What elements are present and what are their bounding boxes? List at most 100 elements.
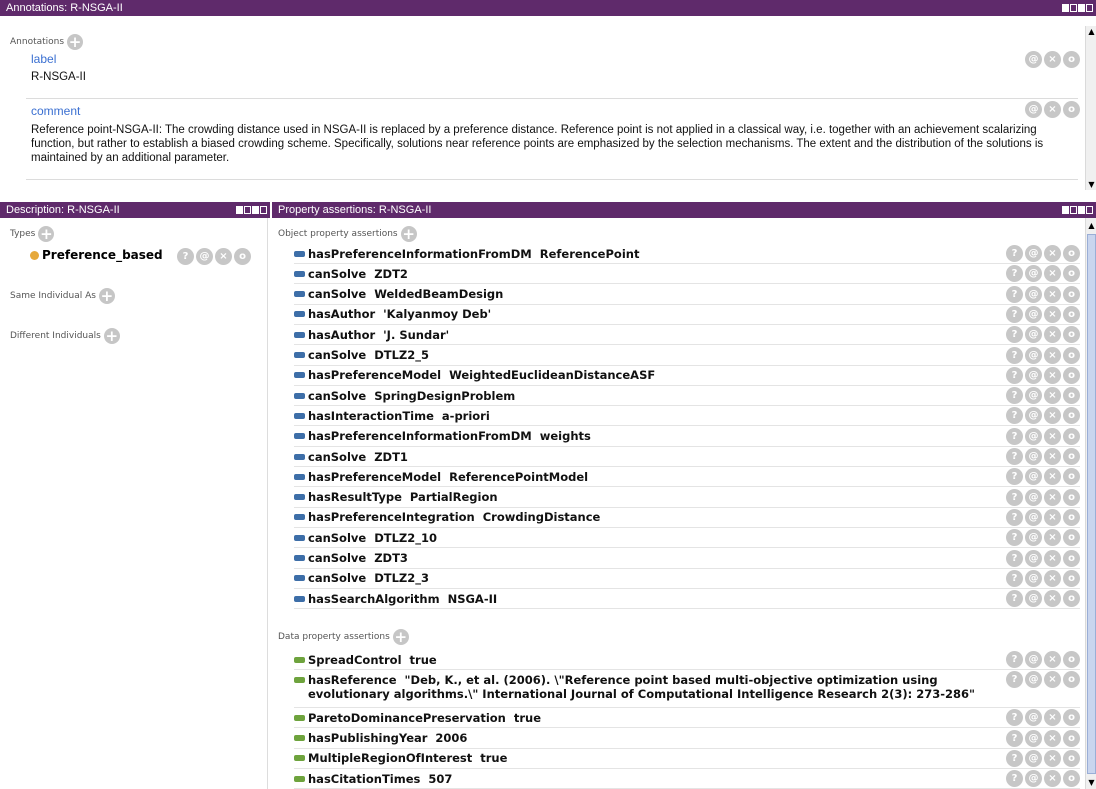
add-same-individual-icon[interactable]: +	[98, 288, 115, 304]
scroll-down-icon[interactable]: ▼	[1087, 778, 1096, 787]
explain-icon[interactable]: ?	[1006, 590, 1023, 608]
annotate-icon[interactable]: @	[1025, 590, 1042, 608]
explain-icon[interactable]: ?	[1006, 468, 1023, 486]
edit-icon[interactable]: o	[1063, 709, 1080, 727]
explain-icon[interactable]: ?	[1006, 651, 1023, 668]
delete-icon[interactable]: ×	[1044, 245, 1061, 262]
add-data-assertion-icon[interactable]: +	[392, 629, 409, 645]
explain-icon[interactable]: ?	[1006, 671, 1023, 689]
delete-icon[interactable]: ×	[1044, 305, 1061, 323]
explain-icon[interactable]: ?	[1006, 508, 1023, 526]
close-view-icon[interactable]	[1086, 206, 1093, 214]
annotate-icon[interactable]: @	[1025, 51, 1042, 68]
explain-icon[interactable]: ?	[1006, 529, 1023, 547]
annotate-icon[interactable]: @	[1025, 529, 1042, 547]
object-assertion-row[interactable]: canSolve DTLZ2_10? @ × o	[294, 528, 1080, 549]
type-entry[interactable]: Preference_based	[30, 248, 163, 262]
edit-icon[interactable]: o	[1063, 101, 1080, 118]
delete-icon[interactable]: ×	[1044, 749, 1061, 767]
edit-icon[interactable]: o	[1063, 749, 1080, 767]
explain-icon[interactable]: ?	[1006, 346, 1023, 364]
delete-icon[interactable]: ×	[1044, 346, 1061, 364]
object-assertion-row[interactable]: hasAuthor 'Kalyanmoy Deb'? @ × o	[294, 305, 1080, 325]
object-assertion-row[interactable]: canSolve DTLZ2_3? @ × o	[294, 569, 1080, 589]
view-control-icon[interactable]	[1078, 206, 1085, 214]
delete-icon[interactable]: ×	[1044, 427, 1061, 445]
delete-icon[interactable]: ×	[1044, 549, 1061, 567]
delete-icon[interactable]: ×	[1044, 770, 1061, 788]
annotate-icon[interactable]: @	[1025, 770, 1042, 788]
explain-icon[interactable]: ?	[1006, 245, 1023, 262]
object-assertion-row[interactable]: hasInteractionTime a-priori? @ × o	[294, 406, 1080, 427]
delete-icon[interactable]: ×	[1044, 529, 1061, 547]
annotate-icon[interactable]: @	[1025, 387, 1042, 405]
edit-icon[interactable]: o	[1063, 326, 1080, 344]
explain-icon[interactable]: ?	[1006, 407, 1023, 425]
add-annotation-icon[interactable]: +	[67, 34, 84, 50]
add-type-icon[interactable]: +	[38, 226, 55, 242]
delete-icon[interactable]: ×	[1044, 651, 1061, 668]
delete-icon[interactable]: ×	[1044, 265, 1061, 283]
annotate-icon[interactable]: @	[196, 248, 213, 265]
delete-icon[interactable]: ×	[1044, 508, 1061, 526]
delete-icon[interactable]: ×	[1044, 488, 1061, 506]
data-assertion-row[interactable]: hasPublishingYear 2006? @ × o	[294, 729, 1080, 749]
annotate-icon[interactable]: @	[1025, 749, 1042, 767]
annotate-icon[interactable]: @	[1025, 448, 1042, 465]
annotate-icon[interactable]: @	[1025, 346, 1042, 364]
delete-icon[interactable]: ×	[1044, 326, 1061, 344]
object-assertion-row[interactable]: canSolve WeldedBeamDesign? @ × o	[294, 285, 1080, 305]
edit-icon[interactable]: o	[1063, 448, 1080, 465]
edit-icon[interactable]: o	[1063, 366, 1080, 384]
object-assertion-row[interactable]: canSolve DTLZ2_5? @ × o	[294, 346, 1080, 366]
property-assertions-scrollbar[interactable]: ▲ ▼	[1085, 218, 1096, 789]
data-assertion-row[interactable]: hasReference "Deb, K., et al. (2006). \"…	[294, 670, 1080, 709]
object-assertion-row[interactable]: hasPreferenceInformationFromDM weights? @…	[294, 427, 1080, 447]
edit-icon[interactable]: o	[1063, 468, 1080, 486]
delete-icon[interactable]: ×	[1044, 709, 1061, 727]
explain-icon[interactable]: ?	[1006, 770, 1023, 788]
data-assertion-row[interactable]: MultipleRegionOfInterest true? @ × o	[294, 749, 1080, 769]
scroll-thumb[interactable]	[1087, 234, 1096, 774]
explain-icon[interactable]: ?	[1006, 326, 1023, 344]
explain-icon[interactable]: ?	[1006, 709, 1023, 727]
data-assertion-row[interactable]: hasCitationTimes 507? @ × o	[294, 769, 1080, 789]
explain-icon[interactable]: ?	[1006, 448, 1023, 465]
edit-icon[interactable]: o	[1063, 245, 1080, 262]
edit-icon[interactable]: o	[1063, 407, 1080, 425]
close-view-icon[interactable]	[260, 206, 267, 214]
annotate-icon[interactable]: @	[1025, 508, 1042, 526]
edit-icon[interactable]: o	[1063, 285, 1080, 303]
data-assertion-row[interactable]: SpreadControl true? @ × o	[294, 650, 1080, 670]
annotate-icon[interactable]: @	[1025, 285, 1042, 303]
delete-icon[interactable]: ×	[1044, 468, 1061, 486]
delete-icon[interactable]: ×	[1044, 671, 1061, 689]
edit-icon[interactable]: o	[1063, 549, 1080, 567]
edit-icon[interactable]: o	[1063, 346, 1080, 364]
delete-icon[interactable]: ×	[1044, 101, 1061, 118]
edit-icon[interactable]: o	[1063, 671, 1080, 689]
edit-icon[interactable]: o	[1063, 508, 1080, 526]
annotate-icon[interactable]: @	[1025, 709, 1042, 727]
object-assertion-row[interactable]: canSolve ZDT1? @ × o	[294, 447, 1080, 467]
delete-icon[interactable]: ×	[1044, 448, 1061, 465]
close-view-icon[interactable]	[1086, 4, 1093, 12]
add-different-individual-icon[interactable]: +	[103, 328, 120, 344]
annotate-icon[interactable]: @	[1025, 651, 1042, 668]
annotate-icon[interactable]: @	[1025, 305, 1042, 323]
edit-icon[interactable]: o	[1063, 651, 1080, 668]
explain-icon[interactable]: ?	[1006, 729, 1023, 747]
delete-icon[interactable]: ×	[215, 248, 232, 265]
annotate-icon[interactable]: @	[1025, 468, 1042, 486]
explain-icon[interactable]: ?	[1006, 749, 1023, 767]
delete-icon[interactable]: ×	[1044, 387, 1061, 405]
edit-icon[interactable]: o	[1063, 529, 1080, 547]
edit-icon[interactable]: o	[1063, 488, 1080, 506]
explain-icon[interactable]: ?	[1006, 265, 1023, 283]
view-controls[interactable]	[236, 206, 267, 214]
edit-icon[interactable]: o	[1063, 590, 1080, 608]
edit-icon[interactable]: o	[1063, 265, 1080, 283]
view-control-icon[interactable]	[1062, 4, 1069, 12]
delete-icon[interactable]: ×	[1044, 285, 1061, 303]
delete-icon[interactable]: ×	[1044, 729, 1061, 747]
